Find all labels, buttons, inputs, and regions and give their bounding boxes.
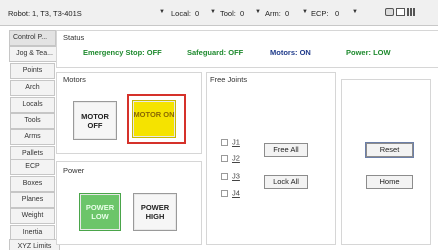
j1-label: J1 xyxy=(232,137,240,147)
motor-on-highlight xyxy=(127,94,186,144)
free-all-button[interactable]: Free All xyxy=(264,143,308,157)
joint-row-j2[interactable]: J2 xyxy=(221,153,240,163)
status-title: Status xyxy=(63,33,85,42)
j3-label: J3 xyxy=(232,171,240,181)
j2-checkbox[interactable] xyxy=(221,154,228,162)
bars-icon[interactable] xyxy=(407,8,416,16)
tab-arch[interactable]: Arch xyxy=(10,80,55,96)
j1-checkbox[interactable] xyxy=(221,138,228,146)
robot-label: Robot: xyxy=(8,9,31,18)
tool-label: Tool: xyxy=(220,9,236,18)
j3-checkbox[interactable] xyxy=(221,172,228,180)
tab-arms[interactable]: Arms xyxy=(10,129,55,145)
ecp-label: ECP: xyxy=(311,9,329,18)
actions-panel xyxy=(341,79,431,245)
j4-checkbox[interactable] xyxy=(221,189,228,197)
power-low-button[interactable]: POWER LOW xyxy=(79,193,121,231)
safeguard-status: Safeguard: OFF xyxy=(187,48,244,57)
tab-tools[interactable]: Tools xyxy=(10,113,55,129)
tab-weight[interactable]: Weight xyxy=(10,208,55,224)
tab-locals[interactable]: Locals xyxy=(10,97,55,113)
reset-button[interactable]: Reset xyxy=(366,143,413,157)
home-button[interactable]: Home xyxy=(366,175,413,189)
ecp-select[interactable]: 0 xyxy=(335,9,339,18)
arm-label: Arm: xyxy=(265,9,281,18)
lock-all-button[interactable]: Lock All xyxy=(264,175,308,189)
joint-row-j3[interactable]: J3 xyxy=(221,171,240,181)
speed-icon[interactable] xyxy=(385,8,394,16)
top-toolbar: Robot: 1, T3, T3-401S ▼ Local: 0 ▼ Tool:… xyxy=(0,0,438,26)
tab-points[interactable]: Points xyxy=(10,63,55,79)
joint-row-j1[interactable]: J1 xyxy=(221,137,240,147)
motors-title: Motors xyxy=(63,75,86,84)
tool-dropdown-arrow-icon[interactable]: ▼ xyxy=(255,9,261,15)
tab-boxes[interactable]: Boxes xyxy=(10,176,55,192)
tab-jog-teach[interactable]: Jog & Tea... xyxy=(9,46,60,62)
arm-select[interactable]: 0 xyxy=(285,9,289,18)
free-joints-title: Free Joints xyxy=(210,75,248,84)
robot-select[interactable]: 1, T3, T3-401S xyxy=(32,9,82,18)
local-label: Local: xyxy=(171,9,192,18)
window-icon[interactable] xyxy=(396,8,405,16)
motors-status: Motors: ON xyxy=(270,48,311,57)
j4-label: J4 xyxy=(232,188,240,198)
power-title: Power xyxy=(63,166,85,175)
arm-dropdown-arrow-icon[interactable]: ▼ xyxy=(302,9,308,15)
joint-row-j4[interactable]: J4 xyxy=(221,188,240,198)
tool-select[interactable]: 0 xyxy=(240,9,244,18)
power-status: Power: LOW xyxy=(346,48,391,57)
robot-dropdown-arrow-icon[interactable]: ▼ xyxy=(159,9,165,15)
tab-planes[interactable]: Planes xyxy=(10,192,55,208)
local-dropdown-arrow-icon[interactable]: ▼ xyxy=(210,9,216,15)
motor-off-button[interactable]: MOTOR OFF xyxy=(73,101,117,140)
tab-ecp[interactable]: ECP xyxy=(10,159,55,175)
ecp-dropdown-arrow-icon[interactable]: ▼ xyxy=(352,9,358,15)
j2-label: J2 xyxy=(232,153,240,163)
local-select[interactable]: 0 xyxy=(195,9,199,18)
tab-control-panel[interactable]: Control P... xyxy=(9,30,56,46)
emergency-stop-status: Emergency Stop: OFF xyxy=(83,48,162,57)
power-high-button[interactable]: POWER HIGH xyxy=(133,193,177,231)
tab-xyz-limits[interactable]: XYZ Limits xyxy=(9,239,60,250)
